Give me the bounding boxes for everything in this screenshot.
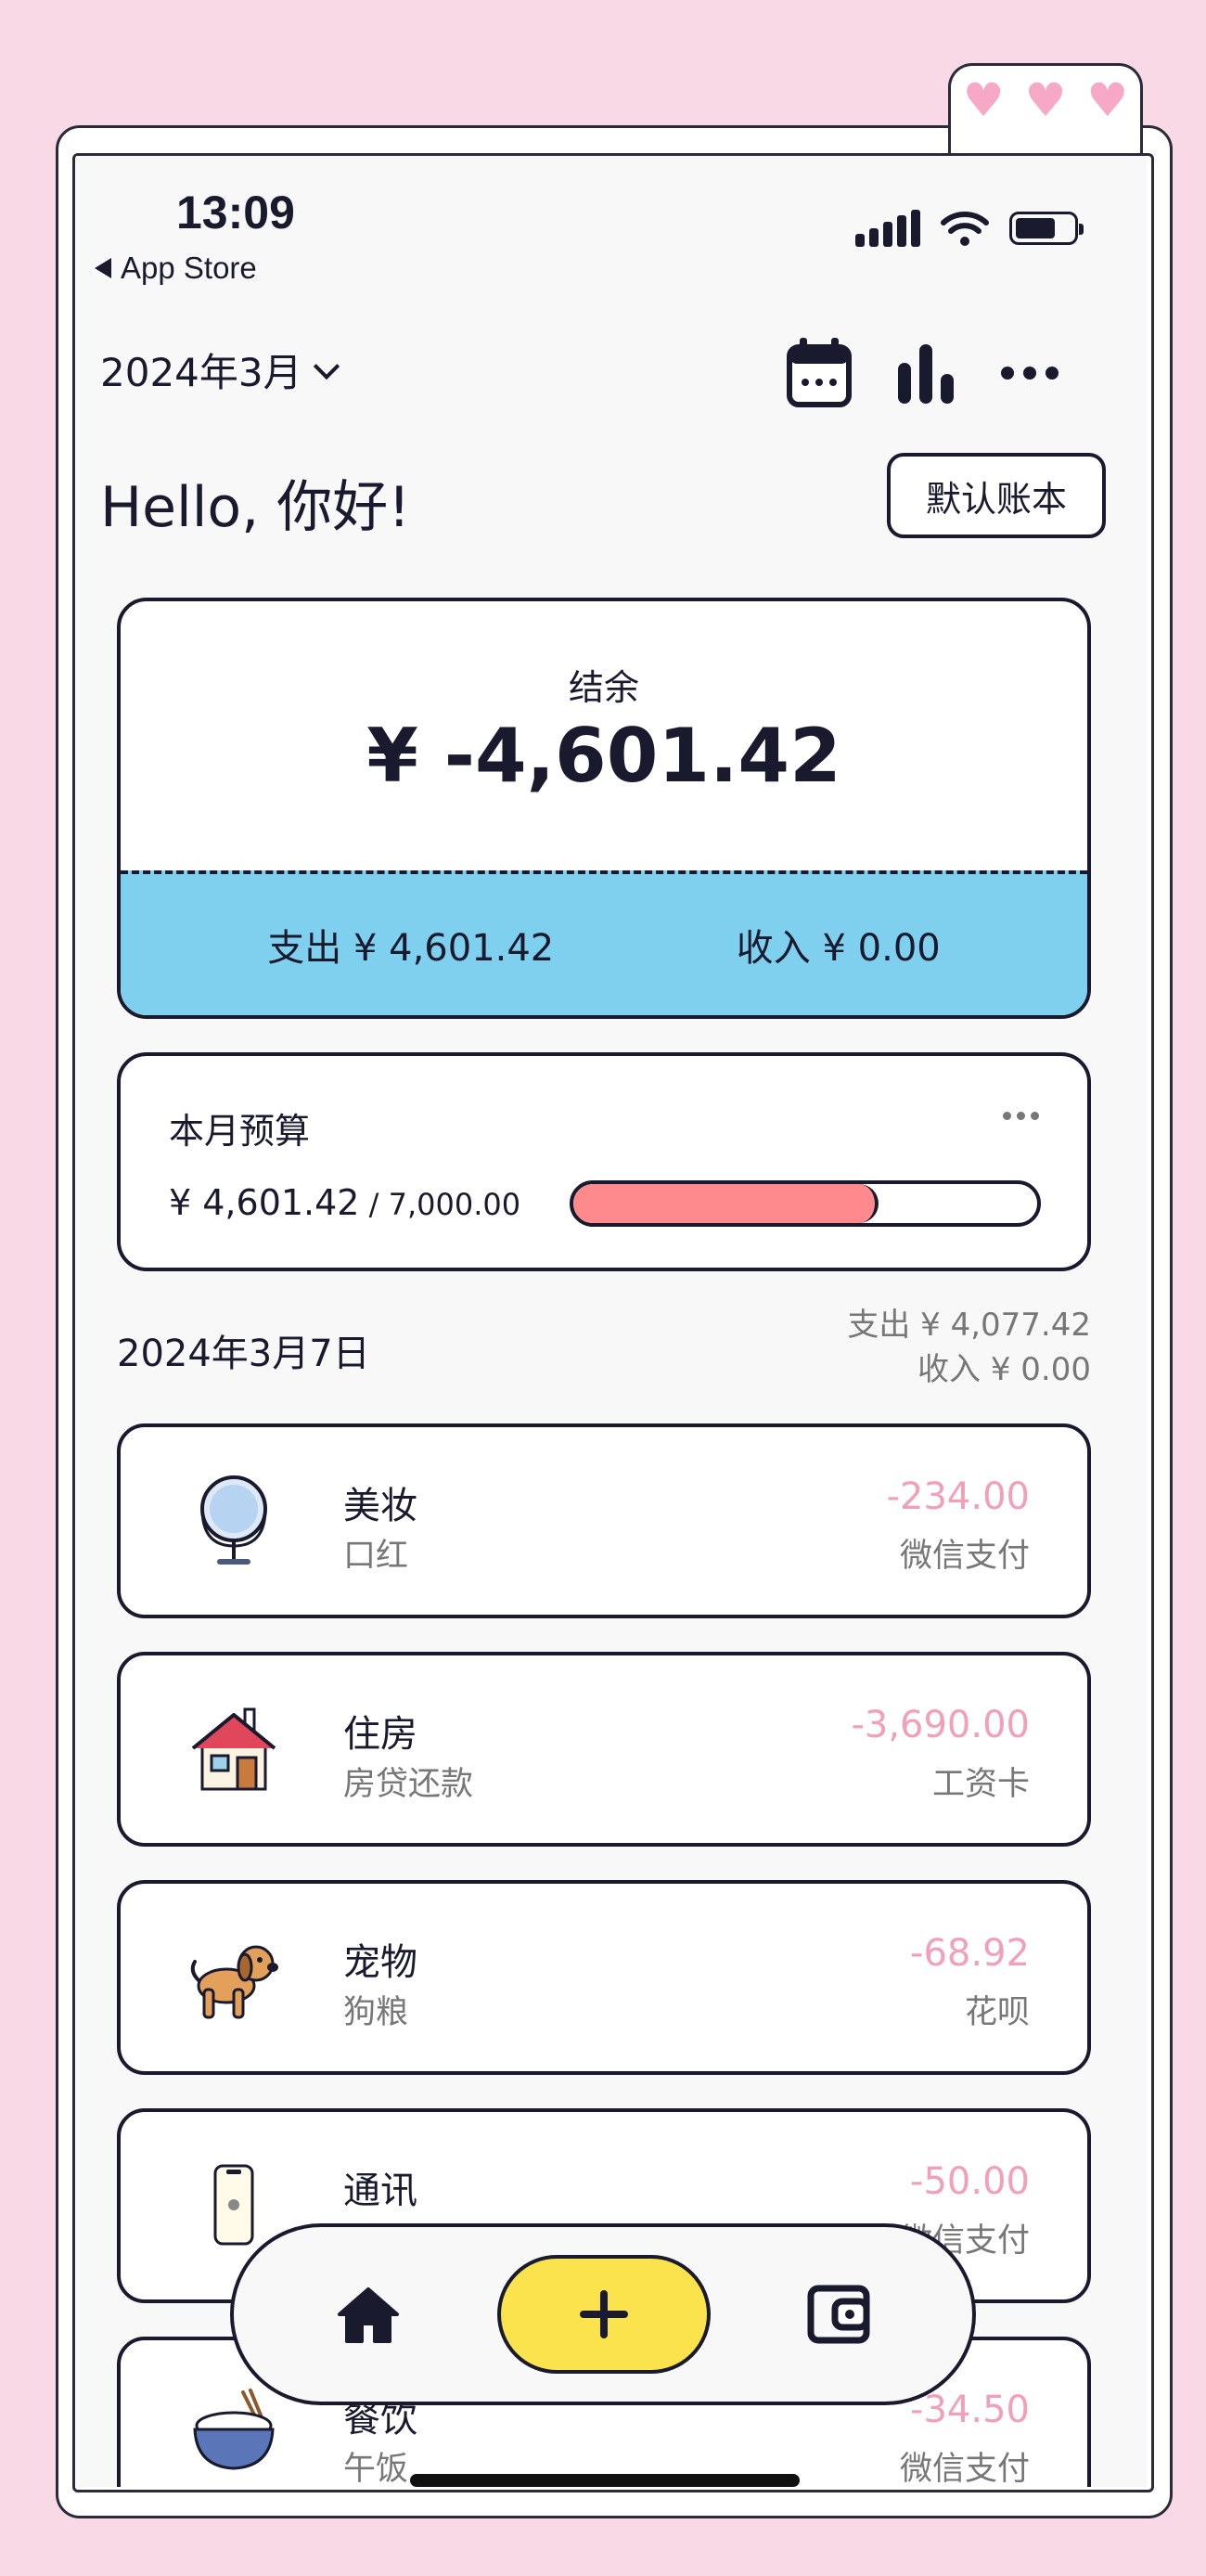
transaction-payment: 花呗	[964, 1994, 1030, 2031]
heart-icon: ♥	[962, 73, 1005, 127]
mirror-icon	[200, 1475, 267, 1565]
budget-total: / 7,000.00	[359, 1187, 521, 1222]
month-label: 2024年3月	[100, 350, 302, 395]
signal-icon	[855, 210, 920, 247]
transaction-payment: 工资卡	[931, 1766, 1030, 1803]
month-selector[interactable]: 2024年3月	[100, 341, 340, 398]
budget-progress-fill	[573, 1184, 879, 1223]
transaction-note: 口红	[343, 1538, 409, 1575]
transaction-amount: -234.00	[886, 1475, 1030, 1518]
header-actions	[787, 338, 1059, 408]
budget-card[interactable]: 本月预算 ¥ 4,601.42 / 7,000.00	[117, 1052, 1091, 1271]
chart-icon[interactable]	[896, 342, 956, 404]
house-icon	[191, 1707, 276, 1791]
transaction-amount: -68.92	[910, 1932, 1030, 1975]
budget-amount: ¥ 4,601.42 / 7,000.00	[169, 1182, 520, 1223]
hearts-tab: ♥ ♥ ♥	[948, 63, 1143, 165]
transaction-category: 住房	[343, 1713, 417, 1756]
back-arrow-icon	[95, 258, 111, 278]
transaction-note: 房贷还款	[343, 1766, 474, 1803]
phone-icon	[213, 2164, 254, 2246]
app-screen: 13:09 App Store 2024年3月 Hello, 你好! 默认账本 …	[76, 156, 1147, 2487]
status-icons	[855, 210, 1084, 247]
day-summary: 支出 ¥ 4,077.42 收入 ¥ 0.00	[847, 1303, 1091, 1392]
greeting: Hello, 你好!	[100, 475, 411, 540]
calendar-icon[interactable]	[787, 338, 852, 408]
balance-value: ¥ -4,601.42	[366, 713, 841, 799]
balance-expense: 支出 ¥ 4,601.42	[267, 927, 555, 970]
battery-icon	[1009, 212, 1084, 245]
transaction-note: 狗粮	[343, 1994, 409, 2031]
back-label: App Store	[121, 251, 257, 285]
budget-spent: ¥ 4,601.42	[169, 1182, 360, 1223]
transaction-category: 美妆	[343, 1485, 417, 1527]
rice-bowl-icon	[193, 2389, 275, 2470]
day-date: 2024年3月7日	[117, 1333, 370, 1375]
add-record-button[interactable]	[497, 2255, 711, 2374]
transaction-note: 午饭	[343, 2451, 409, 2487]
status-time: 13:09	[176, 187, 295, 238]
balance-summary: 支出 ¥ 4,601.42 收入 ¥ 0.00	[121, 870, 1087, 1015]
back-to-app-store[interactable]: App Store	[95, 251, 257, 286]
balance-income: 收入 ¥ 0.00	[736, 927, 941, 970]
transaction-row[interactable]: 美妆 口红 -234.00 微信支付	[117, 1423, 1091, 1618]
budget-progress-bar	[570, 1180, 1041, 1227]
day-income: 收入 ¥ 0.00	[917, 1351, 1091, 1388]
transaction-row[interactable]: 住房 房贷还款 -3,690.00 工资卡	[117, 1652, 1091, 1847]
more-icon[interactable]	[1000, 366, 1059, 380]
transaction-payment: 微信支付	[899, 2451, 1030, 2487]
balance-label: 结余	[568, 667, 639, 708]
balance-card: 结余 ¥ -4,601.42 支出 ¥ 4,601.42 收入 ¥ 0.00	[117, 598, 1091, 1019]
transaction-amount: -50.00	[910, 2160, 1030, 2203]
wifi-icon	[941, 212, 989, 246]
transaction-category: 通讯	[343, 2170, 417, 2212]
transaction-amount: -34.50	[910, 2389, 1030, 2431]
day-expense: 支出 ¥ 4,077.42	[847, 1307, 1091, 1344]
home-icon[interactable]	[336, 2286, 401, 2344]
budget-more-icon[interactable]	[1003, 1112, 1039, 1120]
transaction-payment: 微信支付	[899, 1538, 1030, 1575]
budget-title: 本月预算	[169, 1111, 311, 1152]
transaction-category: 宠物	[343, 1941, 417, 1984]
chevron-down-icon	[313, 353, 340, 380]
transaction-row[interactable]: 宠物 狗粮 -68.92 花呗	[117, 1880, 1091, 2075]
home-indicator	[410, 2474, 800, 2487]
wallet-icon[interactable]	[807, 2283, 870, 2346]
heart-icon: ♥	[1086, 73, 1129, 127]
transaction-amount: -3,690.00	[851, 1704, 1030, 1746]
dog-icon	[190, 1945, 278, 2019]
account-book-button[interactable]: 默认账本	[887, 453, 1106, 538]
plus-icon	[580, 2290, 628, 2338]
heart-icon: ♥	[1024, 73, 1067, 127]
bottom-nav	[230, 2223, 976, 2405]
